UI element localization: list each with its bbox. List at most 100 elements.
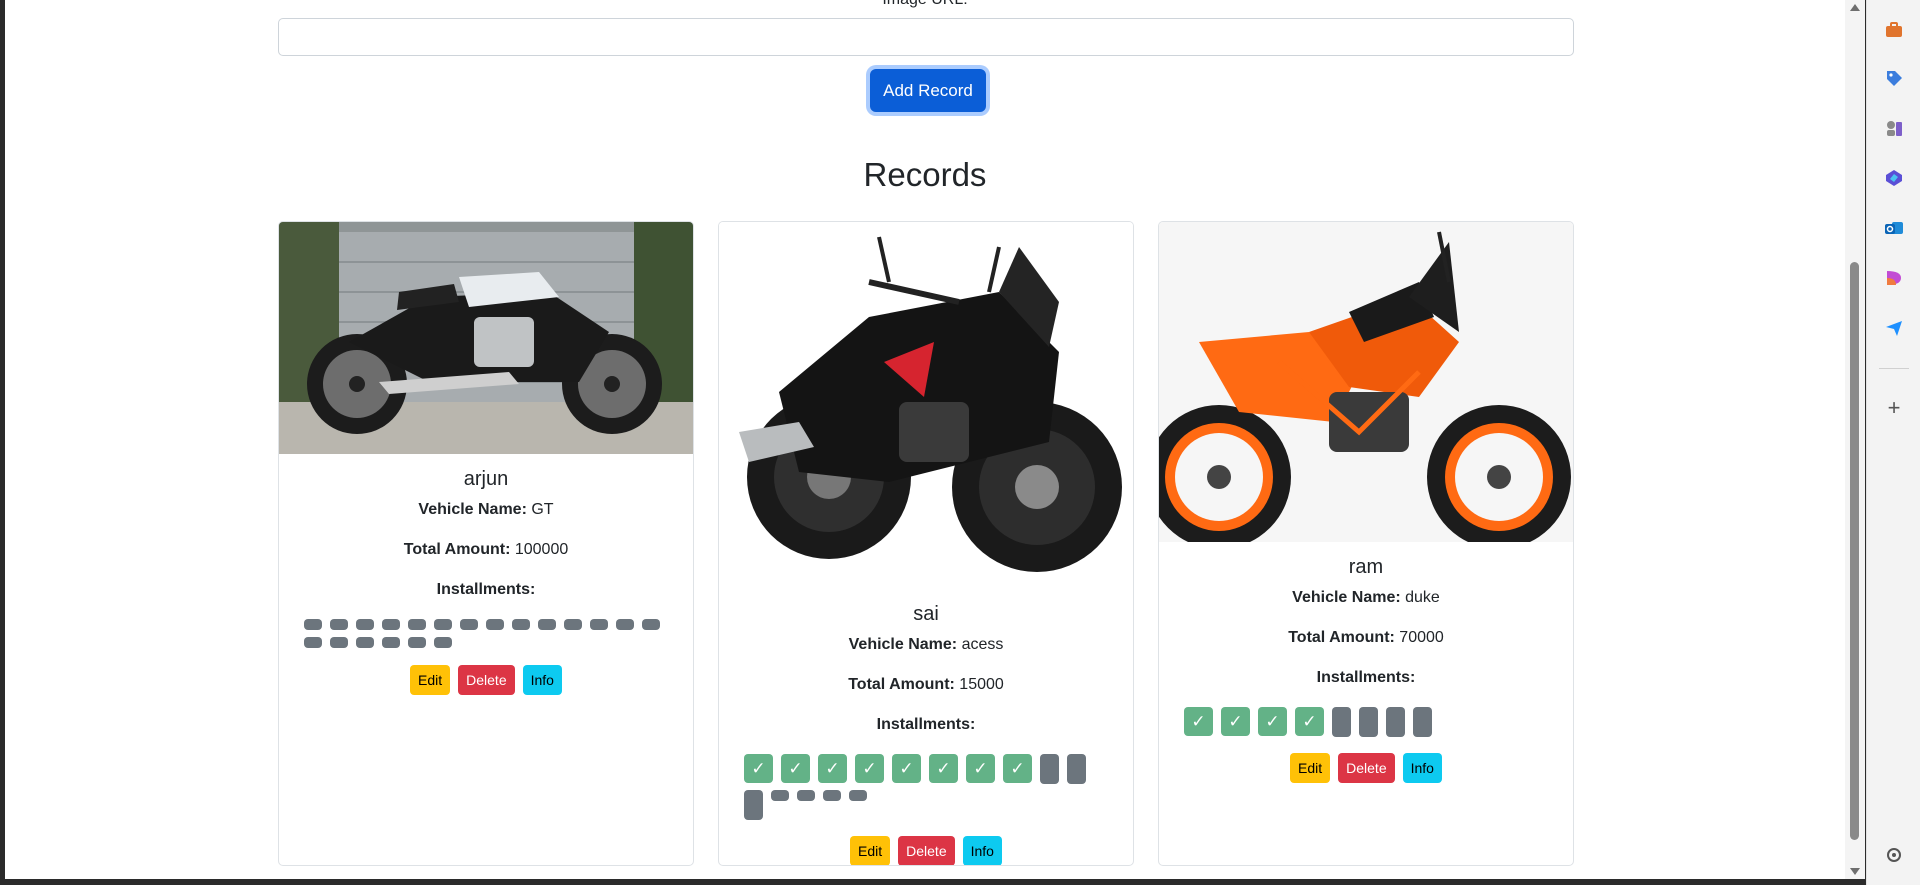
installment-paid: ✓ [966, 754, 995, 783]
installment-unpaid [744, 790, 763, 820]
installment-unpaid [1359, 707, 1378, 737]
browser-side-panel: + [1866, 0, 1920, 885]
installment-unpaid [356, 619, 374, 630]
total-amount-value: 100000 [514, 541, 569, 558]
records-heading: Records [863, 156, 987, 193]
total-amount-value: 70000 [1399, 629, 1444, 646]
vertical-scrollbar[interactable] [1845, 0, 1865, 879]
total-amount-label: Total Amount: [848, 676, 955, 693]
installment-unpaid [408, 619, 426, 630]
installment-paid: ✓ [1184, 707, 1213, 736]
scroll-up-arrow-icon[interactable] [1850, 4, 1860, 11]
installment-paid: ✓ [744, 754, 773, 783]
vehicle-name-label: Vehicle Name: [418, 501, 527, 518]
installment-paid: ✓ [892, 754, 921, 783]
chess-icon[interactable] [1884, 118, 1904, 138]
image-url-label: Image URL: [5, 0, 1845, 9]
send-icon[interactable] [1884, 318, 1904, 338]
installment-unpaid [304, 619, 322, 630]
page-viewport: Image URL: Add Record Records arjun [5, 0, 1845, 879]
installments-list: ✓ ✓ ✓ ✓ ✓ ✓ ✓ ✓ [744, 754, 1108, 826]
window-bottom-edge [0, 879, 1866, 885]
edit-button[interactable]: Edit [850, 836, 891, 865]
installment-unpaid [460, 619, 478, 630]
settings-icon[interactable] [1884, 845, 1904, 865]
briefcase-icon[interactable] [1884, 20, 1904, 40]
record-actions: Edit Delete Info [719, 836, 1133, 865]
installment-unpaid [538, 619, 556, 630]
record-actions: Edit Delete Info [279, 665, 693, 695]
tag-icon[interactable] [1884, 68, 1904, 88]
vehicle-name-value: acess [961, 636, 1004, 653]
scroll-down-arrow-icon[interactable] [1850, 868, 1860, 875]
image-url-input[interactable] [278, 18, 1574, 56]
installment-unpaid [1040, 754, 1059, 784]
record-image-sai [719, 222, 1133, 589]
record-card-sai: sai Vehicle Name: acess Total Amount: 15… [718, 221, 1134, 866]
installment-paid: ✓ [1295, 707, 1324, 736]
installment-paid: ✓ [1221, 707, 1250, 736]
installment-unpaid [486, 619, 504, 630]
installment-unpaid [330, 619, 348, 630]
outlook-icon[interactable] [1884, 218, 1904, 238]
total-amount-label: Total Amount: [1288, 629, 1395, 646]
info-button[interactable]: Info [1402, 753, 1442, 783]
add-record-button[interactable]: Add Record [870, 69, 986, 112]
total-amount-label: Total Amount: [403, 541, 511, 558]
installment-unpaid [434, 637, 452, 648]
side-panel-divider [1879, 368, 1909, 369]
installment-paid: ✓ [1003, 754, 1032, 783]
edit-button[interactable]: Edit [410, 665, 451, 695]
installment-unpaid [330, 637, 348, 648]
installment-unpaid [304, 637, 322, 648]
record-card-ram: ram Vehicle Name: duke Total Amount: 700… [1158, 221, 1574, 866]
installment-unpaid [590, 619, 608, 630]
plus-icon[interactable]: + [1884, 397, 1904, 419]
record-name: arjun [463, 468, 509, 490]
edit-button[interactable]: Edit [1290, 753, 1331, 783]
installment-unpaid [771, 790, 789, 801]
installment-paid: ✓ [855, 754, 884, 783]
installment-unpaid [1386, 707, 1405, 737]
vehicle-name-field: Vehicle Name: acess [719, 636, 1133, 654]
vehicle-name-value: GT [531, 501, 554, 518]
delete-button[interactable]: Delete [898, 836, 955, 865]
installment-unpaid [512, 619, 530, 630]
vehicle-name-field: Vehicle Name: duke [1159, 589, 1573, 607]
delete-button[interactable]: Delete [1338, 753, 1395, 783]
installments-list: ✓ ✓ ✓ ✓ [1184, 707, 1548, 743]
info-button[interactable]: Info [962, 836, 1002, 865]
info-button[interactable]: Info [522, 665, 562, 695]
installment-unpaid [382, 619, 400, 630]
installment-paid: ✓ [929, 754, 958, 783]
installments-label: Installments: [876, 716, 976, 733]
record-actions: Edit Delete Info [1159, 753, 1573, 783]
installment-unpaid [382, 637, 400, 648]
copilot-icon[interactable] [1884, 168, 1904, 188]
installment-paid: ✓ [1258, 707, 1287, 736]
installments-label: Installments: [1316, 669, 1416, 686]
vehicle-name-value: duke [1405, 589, 1440, 606]
total-amount-field: Total Amount: 15000 [719, 676, 1133, 694]
record-name: sai [913, 603, 939, 625]
installments-list [304, 619, 668, 655]
installment-unpaid [642, 619, 660, 630]
record-image-arjun [279, 222, 693, 454]
installment-unpaid [1332, 707, 1351, 737]
installment-paid: ✓ [781, 754, 810, 783]
total-amount-field: Total Amount: 100000 [279, 541, 693, 559]
record-name: ram [1348, 556, 1384, 578]
delete-button[interactable]: Delete [458, 665, 515, 695]
scroll-thumb[interactable] [1850, 262, 1859, 840]
designer-icon[interactable] [1884, 268, 1904, 288]
record-image-ram [1159, 222, 1573, 542]
total-amount-value: 15000 [959, 676, 1004, 693]
vehicle-name-field: Vehicle Name: GT [279, 501, 693, 519]
installment-unpaid [1413, 707, 1432, 737]
installments-label: Installments: [436, 581, 536, 598]
installment-unpaid [356, 637, 374, 648]
installment-unpaid [408, 637, 426, 648]
installment-unpaid [616, 619, 634, 630]
installment-unpaid [797, 790, 815, 801]
installment-unpaid [823, 790, 841, 801]
